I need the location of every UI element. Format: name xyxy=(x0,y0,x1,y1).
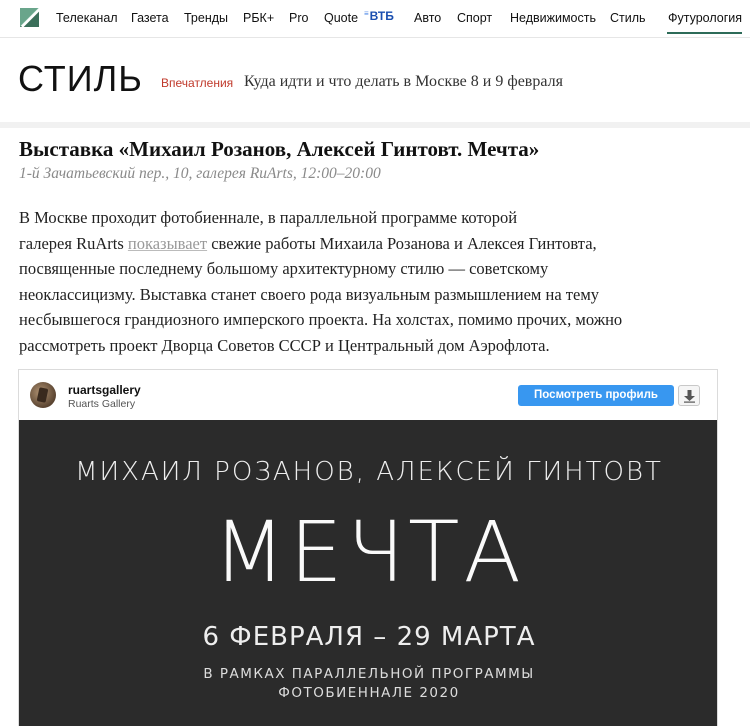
paragraph-line: В Москве проходит фотобиеннале, в паралл… xyxy=(19,208,518,227)
paragraph-line: несбывшегося грандиозного имперского про… xyxy=(19,310,623,329)
paragraph-line: посвященные последнему большому архитект… xyxy=(19,259,549,278)
rubric-label[interactable]: Впечатления xyxy=(161,76,233,90)
article-paragraph: В Москве проходит фотобиеннале, в паралл… xyxy=(19,205,719,358)
account-subtitle: Ruarts Gallery xyxy=(68,398,136,410)
paragraph-line: галерея RuArts показывает свежие работы … xyxy=(19,231,719,257)
nav-item-rbc-plus[interactable]: РБК+ xyxy=(243,11,274,25)
nav-item-vtb[interactable]: ≡ВТБ xyxy=(364,9,394,23)
instagram-embed: ruartsgallery Ruarts Gallery Посмотреть … xyxy=(18,369,718,726)
account-name[interactable]: ruartsgallery xyxy=(68,383,141,397)
view-profile-button[interactable]: Посмотреть профиль xyxy=(518,385,674,406)
top-nav: Телеканал Газета Тренды РБК+ Pro Quote ≡… xyxy=(0,0,750,38)
paragraph-line: рассмотреть проект Дворца Советов СССР и… xyxy=(19,335,550,355)
shows-link[interactable]: показывает xyxy=(128,234,207,253)
paragraph-text: галерея RuArts xyxy=(19,233,128,253)
poster-title: МЕЧТА xyxy=(213,503,525,601)
nav-item-futurology[interactable]: Футурология xyxy=(668,11,742,25)
poster-artists: МИХАИЛ РОЗАНОВ, АЛЕКСЕЙ ГИНТОВТ xyxy=(75,457,663,487)
section-title[interactable]: СТИЛЬ xyxy=(18,58,143,100)
poster-dates: 6 ФЕВРАЛЯ – 29 МАРТА xyxy=(202,622,536,652)
exhibition-poster[interactable]: МИХАИЛ РОЗАНОВ, АЛЕКСЕЙ ГИНТОВТ МЕЧТА 6 … xyxy=(19,420,717,726)
nav-item-style[interactable]: Стиль xyxy=(610,11,646,25)
embed-header: ruartsgallery Ruarts Gallery Посмотреть … xyxy=(19,370,717,420)
nav-item-realty[interactable]: Недвижимость xyxy=(510,11,596,25)
paragraph-line: неоклассицизму. Выставка станет своего р… xyxy=(19,284,600,304)
poster-subtitle-2: ФОТОБИЕННАЛЕ 2020 xyxy=(278,685,460,701)
vtb-logo-icon: ≡ xyxy=(364,9,369,18)
paragraph-text: свежие работы Михаила Розанова и Алексея… xyxy=(207,233,597,253)
nav-item-quote[interactable]: Quote xyxy=(324,11,358,25)
nav-item-tv[interactable]: Телеканал xyxy=(56,11,118,25)
nav-item-trends[interactable]: Тренды xyxy=(184,11,228,25)
nav-item-auto[interactable]: Авто xyxy=(414,11,441,25)
download-button[interactable] xyxy=(678,385,700,406)
article-meta: 1-й Зачатьевский пер., 10, галерея RuArt… xyxy=(19,165,381,182)
vtb-label: ВТБ xyxy=(369,9,394,23)
avatar[interactable] xyxy=(30,382,56,408)
download-icon xyxy=(684,390,695,403)
nav-item-sport[interactable]: Спорт xyxy=(457,11,492,25)
poster-subtitle-1: В РАМКАХ ПАРАЛЛЕЛЬНОЙ ПРОГРАММЫ xyxy=(203,666,535,682)
nav-active-indicator xyxy=(667,32,742,34)
nav-item-pro[interactable]: Pro xyxy=(289,11,308,25)
nav-item-newspaper[interactable]: Газета xyxy=(131,11,169,25)
headline-link[interactable]: Куда идти и что делать в Москве 8 и 9 фе… xyxy=(244,73,563,91)
section-divider xyxy=(0,122,750,128)
article-title: Выставка «Михаил Розанов, Алексей Гинтов… xyxy=(19,137,540,161)
rbc-logo-icon[interactable] xyxy=(20,8,39,27)
